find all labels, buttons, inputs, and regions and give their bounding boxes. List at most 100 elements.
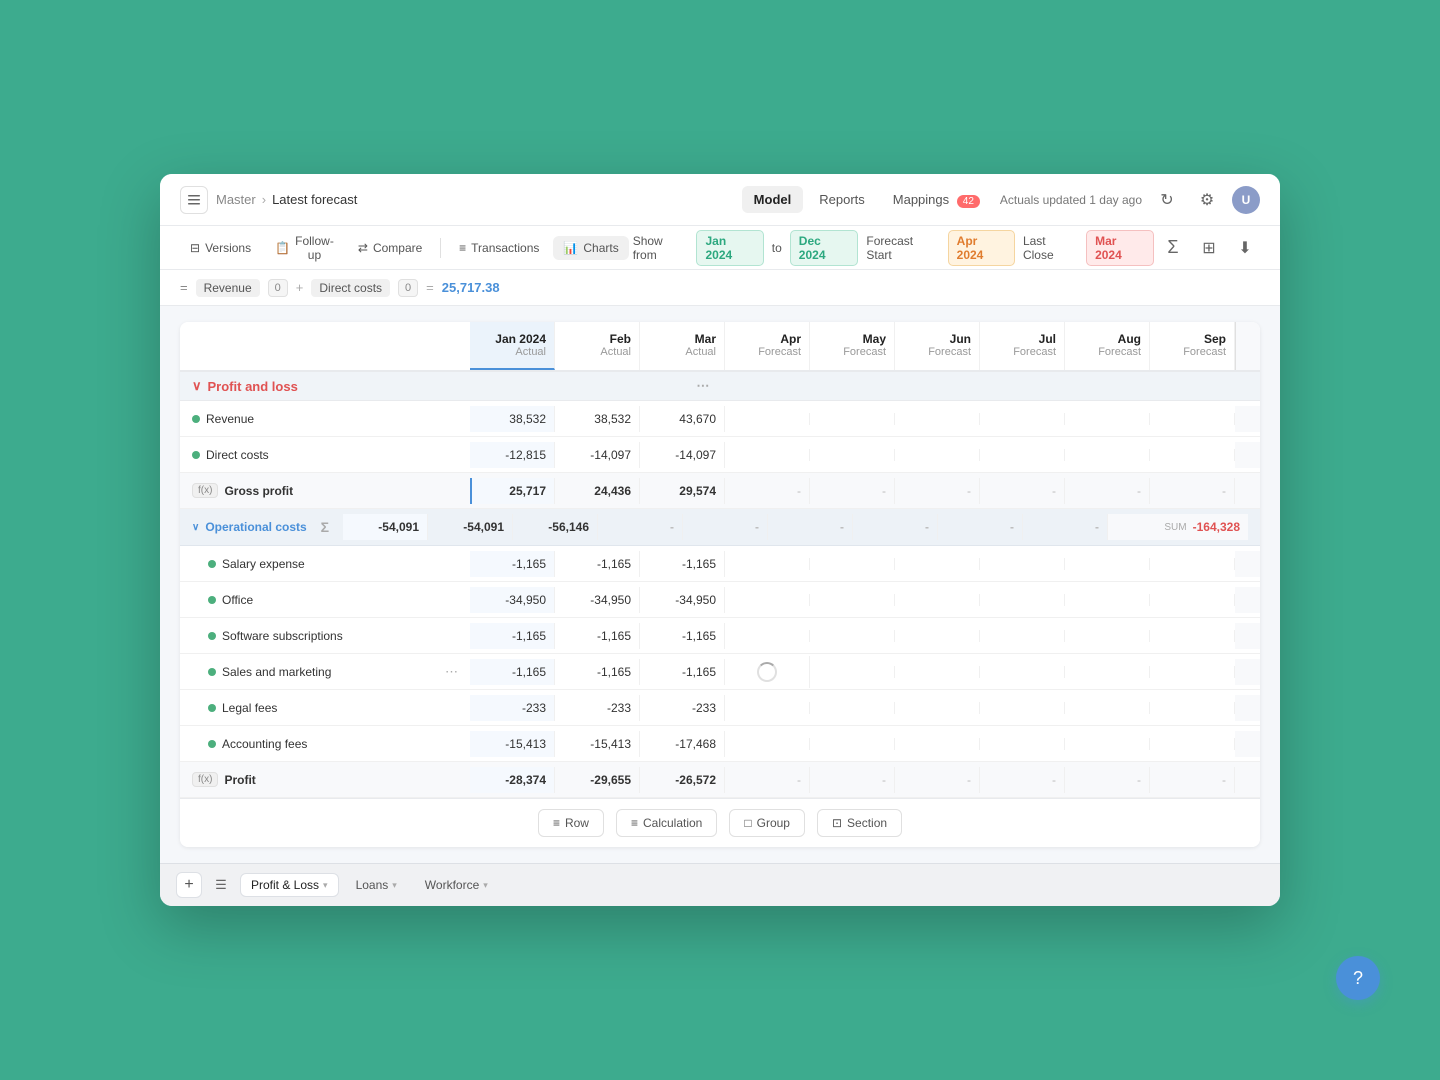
nav-model[interactable]: Model	[742, 186, 804, 213]
charts-button[interactable]: 📊 Charts	[553, 236, 628, 260]
accounting-jun[interactable]	[895, 738, 980, 750]
gross-profit-jun[interactable]: -	[895, 478, 980, 504]
profit-mar[interactable]: -26,572	[640, 767, 725, 793]
accounting-sep[interactable]	[1150, 738, 1235, 750]
software-sep[interactable]	[1150, 630, 1235, 642]
direct-costs-apr[interactable]	[725, 449, 810, 461]
show-to-date[interactable]: Dec 2024	[790, 230, 859, 266]
sum-button[interactable]: Σ	[1158, 233, 1188, 263]
salary-aug[interactable]	[1065, 558, 1150, 570]
versions-button[interactable]: ⊟ Versions	[180, 236, 261, 260]
avatar[interactable]: U	[1232, 186, 1260, 214]
add-calculation-button[interactable]: ≡ Calculation	[616, 809, 717, 837]
software-may[interactable]	[810, 630, 895, 642]
sales-marketing-jan[interactable]: -1,165	[470, 659, 555, 685]
layout-button[interactable]: ⊞	[1194, 233, 1224, 263]
software-jun[interactable]	[895, 630, 980, 642]
sales-marketing-jul[interactable]	[980, 666, 1065, 678]
tab-profit-loss[interactable]: Profit & Loss ▾	[240, 873, 339, 897]
accounting-apr[interactable]	[725, 738, 810, 750]
show-from-date[interactable]: Jan 2024	[696, 230, 763, 266]
sidebar-toggle[interactable]	[180, 186, 208, 214]
collapse-icon[interactable]: ∨	[192, 378, 202, 394]
office-aug[interactable]	[1065, 594, 1150, 606]
accounting-mar[interactable]: -17,468	[640, 731, 725, 757]
last-close-date[interactable]: Mar 2024	[1086, 230, 1154, 266]
direct-costs-jul[interactable]	[980, 449, 1065, 461]
legal-mar[interactable]: -233	[640, 695, 725, 721]
gross-profit-jan[interactable]: 25,717	[470, 478, 555, 504]
settings-button[interactable]: ⚙	[1192, 185, 1222, 215]
software-apr[interactable]	[725, 630, 810, 642]
direct-costs-jan[interactable]: -12,815	[470, 442, 555, 468]
revenue-may[interactable]	[810, 413, 895, 425]
salary-feb[interactable]: -1,165	[555, 551, 640, 577]
gross-profit-aug[interactable]: -	[1065, 478, 1150, 504]
revenue-apr[interactable]	[725, 413, 810, 425]
office-feb[interactable]: -34,950	[555, 587, 640, 613]
accounting-feb[interactable]: -15,413	[555, 731, 640, 757]
software-feb[interactable]: -1,165	[555, 623, 640, 649]
accounting-jul[interactable]	[980, 738, 1065, 750]
salary-jun[interactable]	[895, 558, 980, 570]
direct-costs-may[interactable]	[810, 449, 895, 461]
add-group-button[interactable]: □ Group	[729, 809, 805, 837]
refresh-button[interactable]: ↻	[1152, 185, 1182, 215]
legal-may[interactable]	[810, 702, 895, 714]
legal-sep[interactable]	[1150, 702, 1235, 714]
gross-profit-may[interactable]: -	[810, 478, 895, 504]
revenue-jul[interactable]	[980, 413, 1065, 425]
salary-jan[interactable]: -1,165	[470, 551, 555, 577]
office-jan[interactable]: -34,950	[470, 587, 555, 613]
tab-menu-button[interactable]: ☰	[208, 872, 234, 898]
office-apr[interactable]	[725, 594, 810, 606]
salary-may[interactable]	[810, 558, 895, 570]
profit-apr[interactable]: -	[725, 767, 810, 793]
accounting-jan[interactable]: -15,413	[470, 731, 555, 757]
office-mar[interactable]: -34,950	[640, 587, 725, 613]
legal-aug[interactable]	[1065, 702, 1150, 714]
tab-add-button[interactable]: +	[176, 872, 202, 898]
tab-workforce[interactable]: Workforce ▾	[414, 873, 499, 897]
add-row-button[interactable]: ≡ Row	[538, 809, 604, 837]
profit-sep[interactable]: -	[1150, 767, 1235, 793]
software-jul[interactable]	[980, 630, 1065, 642]
operational-costs-header[interactable]: ∨ Operational costs Σ -54,091 -54,091 -5…	[180, 509, 1260, 546]
sales-marketing-aug[interactable]	[1065, 666, 1150, 678]
revenue-jun[interactable]	[895, 413, 980, 425]
office-sep[interactable]	[1150, 594, 1235, 606]
revenue-mar[interactable]: 43,670	[640, 406, 725, 432]
direct-costs-sep[interactable]	[1150, 449, 1235, 461]
direct-costs-aug[interactable]	[1065, 449, 1150, 461]
gross-profit-sep[interactable]: -	[1150, 478, 1235, 504]
legal-jul[interactable]	[980, 702, 1065, 714]
salary-jul[interactable]	[980, 558, 1065, 570]
sales-marketing-may[interactable]	[810, 666, 895, 678]
add-section-button[interactable]: ⊡ Section	[817, 809, 902, 837]
sales-marketing-jun[interactable]	[895, 666, 980, 678]
revenue-feb[interactable]: 38,532	[555, 406, 640, 432]
compare-button[interactable]: ⇄ Compare	[348, 236, 432, 260]
profit-jul[interactable]: -	[980, 767, 1065, 793]
salary-apr[interactable]	[725, 558, 810, 570]
sales-marketing-feb[interactable]: -1,165	[555, 659, 640, 685]
nav-mappings[interactable]: Mappings 42	[881, 186, 992, 213]
revenue-sep[interactable]	[1150, 413, 1235, 425]
accounting-aug[interactable]	[1065, 738, 1150, 750]
forecast-start-date[interactable]: Apr 2024	[948, 230, 1015, 266]
legal-jun[interactable]	[895, 702, 980, 714]
sales-marketing-sep[interactable]	[1150, 666, 1235, 678]
sales-marketing-mar[interactable]: -1,165	[640, 659, 725, 685]
profit-jan[interactable]: -28,374	[470, 767, 555, 793]
profit-may[interactable]: -	[810, 767, 895, 793]
software-jan[interactable]: -1,165	[470, 623, 555, 649]
direct-costs-jun[interactable]	[895, 449, 980, 461]
breadcrumb-root[interactable]: Master	[216, 192, 256, 207]
direct-costs-mar[interactable]: -14,097	[640, 442, 725, 468]
gross-profit-feb[interactable]: 24,436	[555, 478, 640, 504]
office-jul[interactable]	[980, 594, 1065, 606]
legal-feb[interactable]: -233	[555, 695, 640, 721]
revenue-aug[interactable]	[1065, 413, 1150, 425]
gross-profit-mar[interactable]: 29,574	[640, 478, 725, 504]
office-jun[interactable]	[895, 594, 980, 606]
